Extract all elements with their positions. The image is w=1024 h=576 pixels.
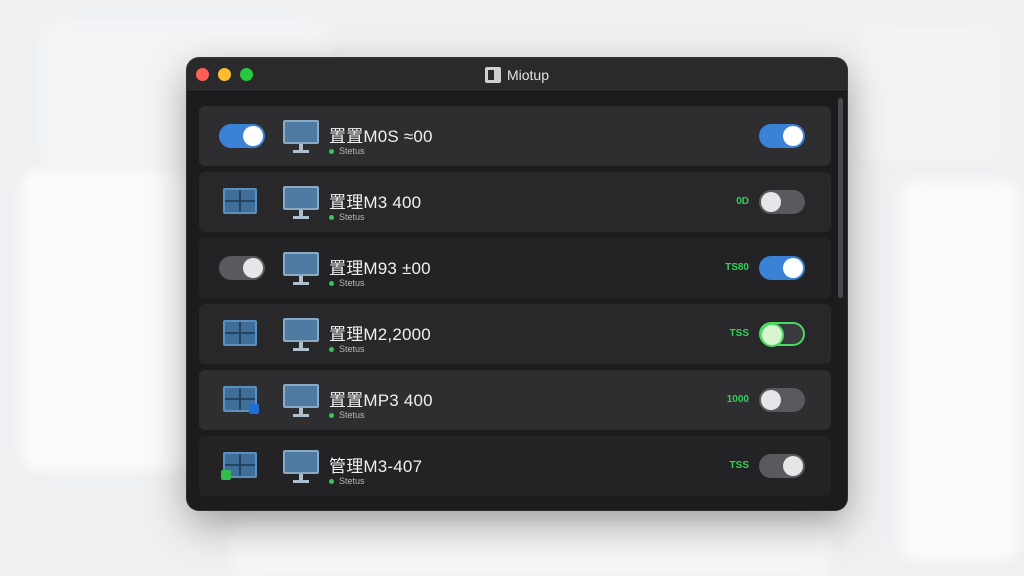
toggle-knob: [761, 390, 781, 410]
status-label: Stetus: [339, 278, 365, 288]
toggle-knob: [783, 456, 803, 476]
background-card: [20, 170, 190, 470]
layout-grid-icon: [223, 320, 257, 346]
device-name: 置置MP3 400: [329, 391, 433, 410]
status-indicator: Stetus: [329, 410, 365, 420]
list-item[interactable]: 置理M93 ±00 Stetus ТS80: [199, 238, 831, 298]
toggle-knob: [761, 192, 781, 212]
toggle-knob: [243, 126, 263, 146]
badge-icon: [249, 404, 259, 414]
toggle-knob: [762, 325, 782, 345]
device-name: 置理M2,2000: [329, 325, 431, 344]
layout-grid-icon: [223, 386, 259, 414]
monitor-icon: [283, 384, 319, 418]
toggle-knob: [783, 258, 803, 278]
status-indicator: Stetus: [329, 278, 365, 288]
monitor-icon: [283, 186, 319, 220]
status-dot-icon: [329, 148, 334, 154]
app-icon: [484, 67, 501, 83]
list-item[interactable]: 置理M3 400 Stetus 0D: [199, 172, 831, 232]
toggle-knob: [783, 126, 803, 146]
status-label: Stetus: [339, 344, 365, 354]
layout-grid-icon: [223, 188, 257, 214]
device-list: 置置M0S ≈00 Stetus 置理M3 400 Stetus 0D 置理M9…: [199, 106, 831, 502]
device-name: 置理M3 400: [329, 193, 422, 212]
status-dot-icon: [329, 478, 334, 484]
list-item[interactable]: 置置MP3 400 Stetus 1000: [199, 370, 831, 430]
row-enable-toggle[interactable]: [219, 124, 265, 148]
window-title: Miotup: [187, 67, 847, 83]
status-label: Stetus: [339, 146, 365, 156]
status-label: Stetus: [339, 212, 365, 222]
status-tag: 1000: [726, 394, 749, 405]
status-dot-icon: [329, 214, 334, 220]
device-toggle[interactable]: [759, 454, 805, 478]
list-item[interactable]: 管理M3-407 Stetus TSS: [199, 436, 831, 496]
status-indicator: Stetus: [329, 476, 365, 486]
device-name: 管理M3-407: [329, 457, 423, 476]
background-card: [900, 180, 1020, 560]
device-toggle[interactable]: [759, 388, 805, 412]
device-toggle[interactable]: [759, 190, 805, 214]
list-item[interactable]: 置置M0S ≈00 Stetus: [199, 106, 831, 166]
monitor-icon: [283, 120, 319, 154]
device-toggle[interactable]: [759, 322, 805, 346]
background-card: [230, 520, 830, 576]
device-toggle[interactable]: [759, 124, 805, 148]
status-indicator: Stetus: [329, 212, 365, 222]
badge-icon: [221, 470, 231, 480]
status-dot-icon: [329, 280, 334, 286]
status-indicator: Stetus: [329, 344, 365, 354]
monitor-icon: [283, 318, 319, 352]
status-label: Stetus: [339, 410, 365, 420]
window-title-text: Miotup: [506, 67, 550, 83]
status-label: Stetus: [339, 476, 365, 486]
status-dot-icon: [329, 412, 334, 418]
status-tag: TSS: [729, 328, 749, 339]
layout-grid-icon: [221, 452, 257, 480]
device-toggle[interactable]: [759, 256, 805, 280]
status-tag: TSS: [729, 460, 749, 471]
status-indicator: Stetus: [329, 146, 365, 156]
app-window: Miotup 置置M0S ≈00 Stetus 置理M3 400 Stetus …: [187, 58, 847, 510]
device-name: 置置M0S ≈00: [329, 127, 433, 146]
row-enable-toggle[interactable]: [219, 256, 265, 280]
status-tag: ТS80: [725, 262, 749, 273]
status-tag: 0D: [736, 196, 749, 207]
scrollbar[interactable]: [838, 98, 843, 298]
toggle-knob: [243, 258, 263, 278]
monitor-icon: [283, 450, 319, 484]
title-bar: Miotup: [187, 58, 847, 92]
list-item[interactable]: 置理M2,2000 Stetus TSS: [199, 304, 831, 364]
monitor-icon: [283, 252, 319, 286]
device-name: 置理M93 ±00: [329, 259, 431, 278]
background-card: [860, 20, 1000, 160]
status-dot-icon: [329, 346, 334, 352]
